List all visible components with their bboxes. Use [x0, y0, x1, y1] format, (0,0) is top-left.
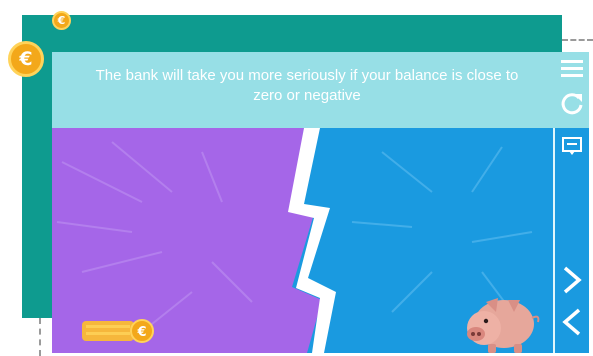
piggy-bank-icon — [467, 298, 540, 353]
game-stage: € € The bank will take you more seriousl… — [0, 0, 593, 356]
refresh-icon — [561, 93, 583, 115]
hint-banner: The bank will take you more seriously if… — [52, 52, 589, 128]
chevron-right-icon — [563, 266, 582, 294]
menu-button[interactable] — [557, 54, 587, 84]
chat-button[interactable] — [557, 135, 587, 159]
next-button[interactable] — [557, 264, 587, 296]
svg-text:€: € — [136, 325, 146, 340]
chevron-left-icon — [562, 308, 581, 336]
dashed-guide-top — [562, 39, 593, 41]
coin-icon-small: € — [52, 11, 71, 30]
dashed-guide-left — [39, 318, 41, 356]
chat-icon — [562, 137, 582, 155]
coin-symbol-small: € — [57, 14, 66, 27]
coin-symbol-large: € — [19, 48, 33, 70]
hamburger-menu-icon — [561, 60, 583, 77]
hint-message: The bank will take you more seriously if… — [95, 67, 519, 104]
back-button[interactable] — [557, 306, 587, 338]
coin-stack-icon: € — [82, 319, 154, 343]
restart-button[interactable] — [557, 90, 587, 118]
game-panel: The bank will take you more seriously if… — [52, 52, 589, 353]
coin-icon-large: € — [8, 41, 44, 77]
side-divider — [553, 128, 555, 353]
